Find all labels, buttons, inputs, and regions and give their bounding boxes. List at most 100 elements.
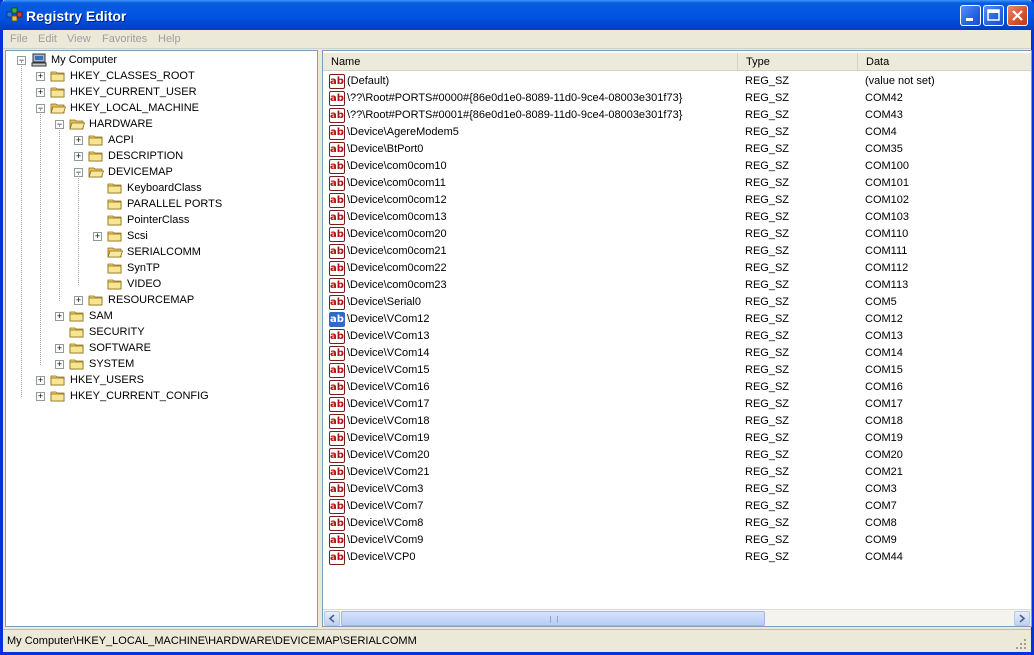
value-data: COM43 — [865, 109, 903, 121]
scroll-thumb[interactable] — [341, 611, 765, 626]
value-data: COM21 — [865, 466, 903, 478]
table-row[interactable]: ab \Device\VCom14 REG_SZ COM14 — [323, 345, 1023, 362]
folder-icon — [69, 327, 84, 338]
resize-grip-icon[interactable] — [1015, 638, 1027, 650]
column-header-name[interactable]: Name — [323, 53, 738, 71]
column-header-type[interactable]: Type — [738, 53, 858, 71]
value-data: COM5 — [865, 296, 897, 308]
maximize-button[interactable] — [983, 5, 1004, 26]
value-type: REG_SZ — [745, 296, 790, 308]
expand-icon[interactable]: + — [55, 312, 64, 321]
table-row[interactable]: ab \Device\com0com21 REG_SZ COM111 — [323, 243, 1023, 260]
value-name: \Device\Serial0 — [347, 296, 421, 308]
tree-node-label: SERIALCOMM — [127, 246, 201, 258]
horizontal-scrollbar[interactable] — [323, 609, 1031, 626]
expand-icon[interactable]: + — [36, 376, 45, 385]
expand-icon[interactable]: + — [93, 232, 102, 241]
table-row[interactable]: ab \Device\VCom12 REG_SZ COM12 — [323, 311, 1023, 328]
string-value-icon: ab — [329, 278, 345, 293]
close-button[interactable] — [1007, 5, 1028, 26]
title-bar[interactable]: Registry Editor — [0, 0, 1034, 30]
folder-icon — [50, 71, 65, 82]
value-name: \??\Root#PORTS#0000#{86e0d1e0-8089-11d0-… — [347, 92, 683, 104]
table-row[interactable]: ab \Device\com0com11 REG_SZ COM101 — [323, 175, 1023, 192]
column-header-data[interactable]: Data — [858, 53, 1031, 71]
table-row[interactable]: ab \Device\VCom13 REG_SZ COM13 — [323, 328, 1023, 345]
menu-file[interactable]: File — [10, 33, 28, 45]
menu-edit[interactable]: Edit — [38, 33, 57, 45]
menu-favorites[interactable]: Favorites — [102, 33, 147, 45]
table-row[interactable]: ab \Device\com0com23 REG_SZ COM113 — [323, 277, 1023, 294]
value-type: REG_SZ — [745, 245, 790, 257]
value-name: \Device\com0com23 — [347, 279, 447, 291]
table-row[interactable]: ab (Default) REG_SZ (value not set) — [323, 73, 1023, 90]
expand-icon[interactable]: + — [36, 72, 45, 81]
table-row[interactable]: ab \Device\VCom20 REG_SZ COM20 — [323, 447, 1023, 464]
value-data: COM113 — [865, 279, 909, 291]
value-name: \Device\BtPort0 — [347, 143, 424, 155]
value-name: \Device\AgereModem5 — [347, 126, 459, 138]
table-row[interactable]: ab \Device\com0com20 REG_SZ COM110 — [323, 226, 1023, 243]
registry-editor-window: Registry Editor File Edit View Favorites… — [0, 0, 1034, 655]
value-name: \Device\com0com12 — [347, 194, 447, 206]
expand-icon[interactable]: + — [74, 136, 83, 145]
tree-connector — [40, 109, 41, 365]
tree-node-label: DESCRIPTION — [108, 150, 184, 162]
value-data: COM103 — [865, 211, 910, 223]
tree-node-label: SECURITY — [89, 326, 145, 338]
string-value-icon: ab — [329, 74, 345, 89]
menu-help[interactable]: Help — [158, 33, 181, 45]
value-type: REG_SZ — [745, 517, 790, 529]
table-row[interactable]: ab \Device\BtPort0 REG_SZ COM35 — [323, 141, 1023, 158]
minimize-button[interactable] — [960, 5, 981, 26]
table-row[interactable]: ab \Device\Serial0 REG_SZ COM5 — [323, 294, 1023, 311]
value-type: REG_SZ — [745, 364, 790, 376]
scroll-right-button[interactable] — [1014, 611, 1030, 626]
tree-node-label: SYSTEM — [89, 358, 135, 370]
value-name: \Device\VCom12 — [347, 313, 430, 325]
value-type: REG_SZ — [745, 466, 790, 478]
table-row[interactable]: ab \Device\com0com13 REG_SZ COM103 — [323, 209, 1023, 226]
table-row[interactable]: ab \Device\VCom18 REG_SZ COM18 — [323, 413, 1023, 430]
table-row[interactable]: ab \Device\VCom19 REG_SZ COM19 — [323, 430, 1023, 447]
expand-icon[interactable]: + — [55, 360, 64, 369]
value-type: REG_SZ — [745, 398, 790, 410]
value-name: \Device\VCom15 — [347, 364, 430, 376]
table-row[interactable]: ab \Device\AgereModem5 REG_SZ COM4 — [323, 124, 1023, 141]
table-row[interactable]: ab \Device\com0com12 REG_SZ COM102 — [323, 192, 1023, 209]
menu-view[interactable]: View — [67, 33, 91, 45]
value-type: REG_SZ — [745, 126, 790, 138]
expand-icon[interactable]: + — [36, 392, 45, 401]
table-row[interactable]: ab \Device\com0com22 REG_SZ COM112 — [323, 260, 1023, 277]
expand-icon[interactable]: + — [36, 88, 45, 97]
table-row[interactable]: ab \Device\VCom9 REG_SZ COM9 — [323, 532, 1023, 549]
value-name: \Device\VCom21 — [347, 466, 430, 478]
table-row[interactable]: ab \Device\VCom3 REG_SZ COM3 — [323, 481, 1023, 498]
table-row[interactable]: ab \Device\VCom7 REG_SZ COM7 — [323, 498, 1023, 515]
scroll-grip-icon — [550, 616, 558, 623]
tree-node-label: VIDEO — [127, 278, 162, 290]
value-data: COM112 — [865, 262, 909, 274]
expand-icon[interactable]: + — [74, 152, 83, 161]
value-data: (value not set) — [865, 75, 935, 87]
tree-connector — [78, 173, 79, 285]
expand-icon[interactable]: + — [55, 344, 64, 353]
table-row[interactable]: ab \Device\VCom17 REG_SZ COM17 — [323, 396, 1023, 413]
table-row[interactable]: ab \Device\VCom21 REG_SZ COM21 — [323, 464, 1023, 481]
value-type: REG_SZ — [745, 330, 790, 342]
table-row[interactable]: ab \Device\VCom8 REG_SZ COM8 — [323, 515, 1023, 532]
expand-icon[interactable]: + — [74, 296, 83, 305]
computer-icon — [31, 53, 47, 67]
table-row[interactable]: ab \Device\com0com10 REG_SZ COM100 — [323, 158, 1023, 175]
value-type: REG_SZ — [745, 449, 790, 461]
value-name: \Device\com0com20 — [347, 228, 447, 240]
registry-tree[interactable]: − My Computer + HKEY_CLASSES_ROOT + HKEY_CURR… — [5, 50, 318, 627]
table-row[interactable]: ab \??\Root#PORTS#0000#{86e0d1e0-8089-11d… — [323, 90, 1023, 107]
table-row[interactable]: ab \??\Root#PORTS#0001#{86e0d1e0-8089-11d… — [323, 107, 1023, 124]
scroll-left-button[interactable] — [324, 611, 340, 626]
table-row[interactable]: ab \Device\VCom16 REG_SZ COM16 — [323, 379, 1023, 396]
folder-open-icon — [88, 167, 104, 178]
values-list[interactable]: Name Type Data ab (Default) REG_SZ (value n… — [322, 50, 1032, 627]
table-row[interactable]: ab \Device\VCP0 REG_SZ COM44 — [323, 549, 1023, 566]
table-row[interactable]: ab \Device\VCom15 REG_SZ COM15 — [323, 362, 1023, 379]
